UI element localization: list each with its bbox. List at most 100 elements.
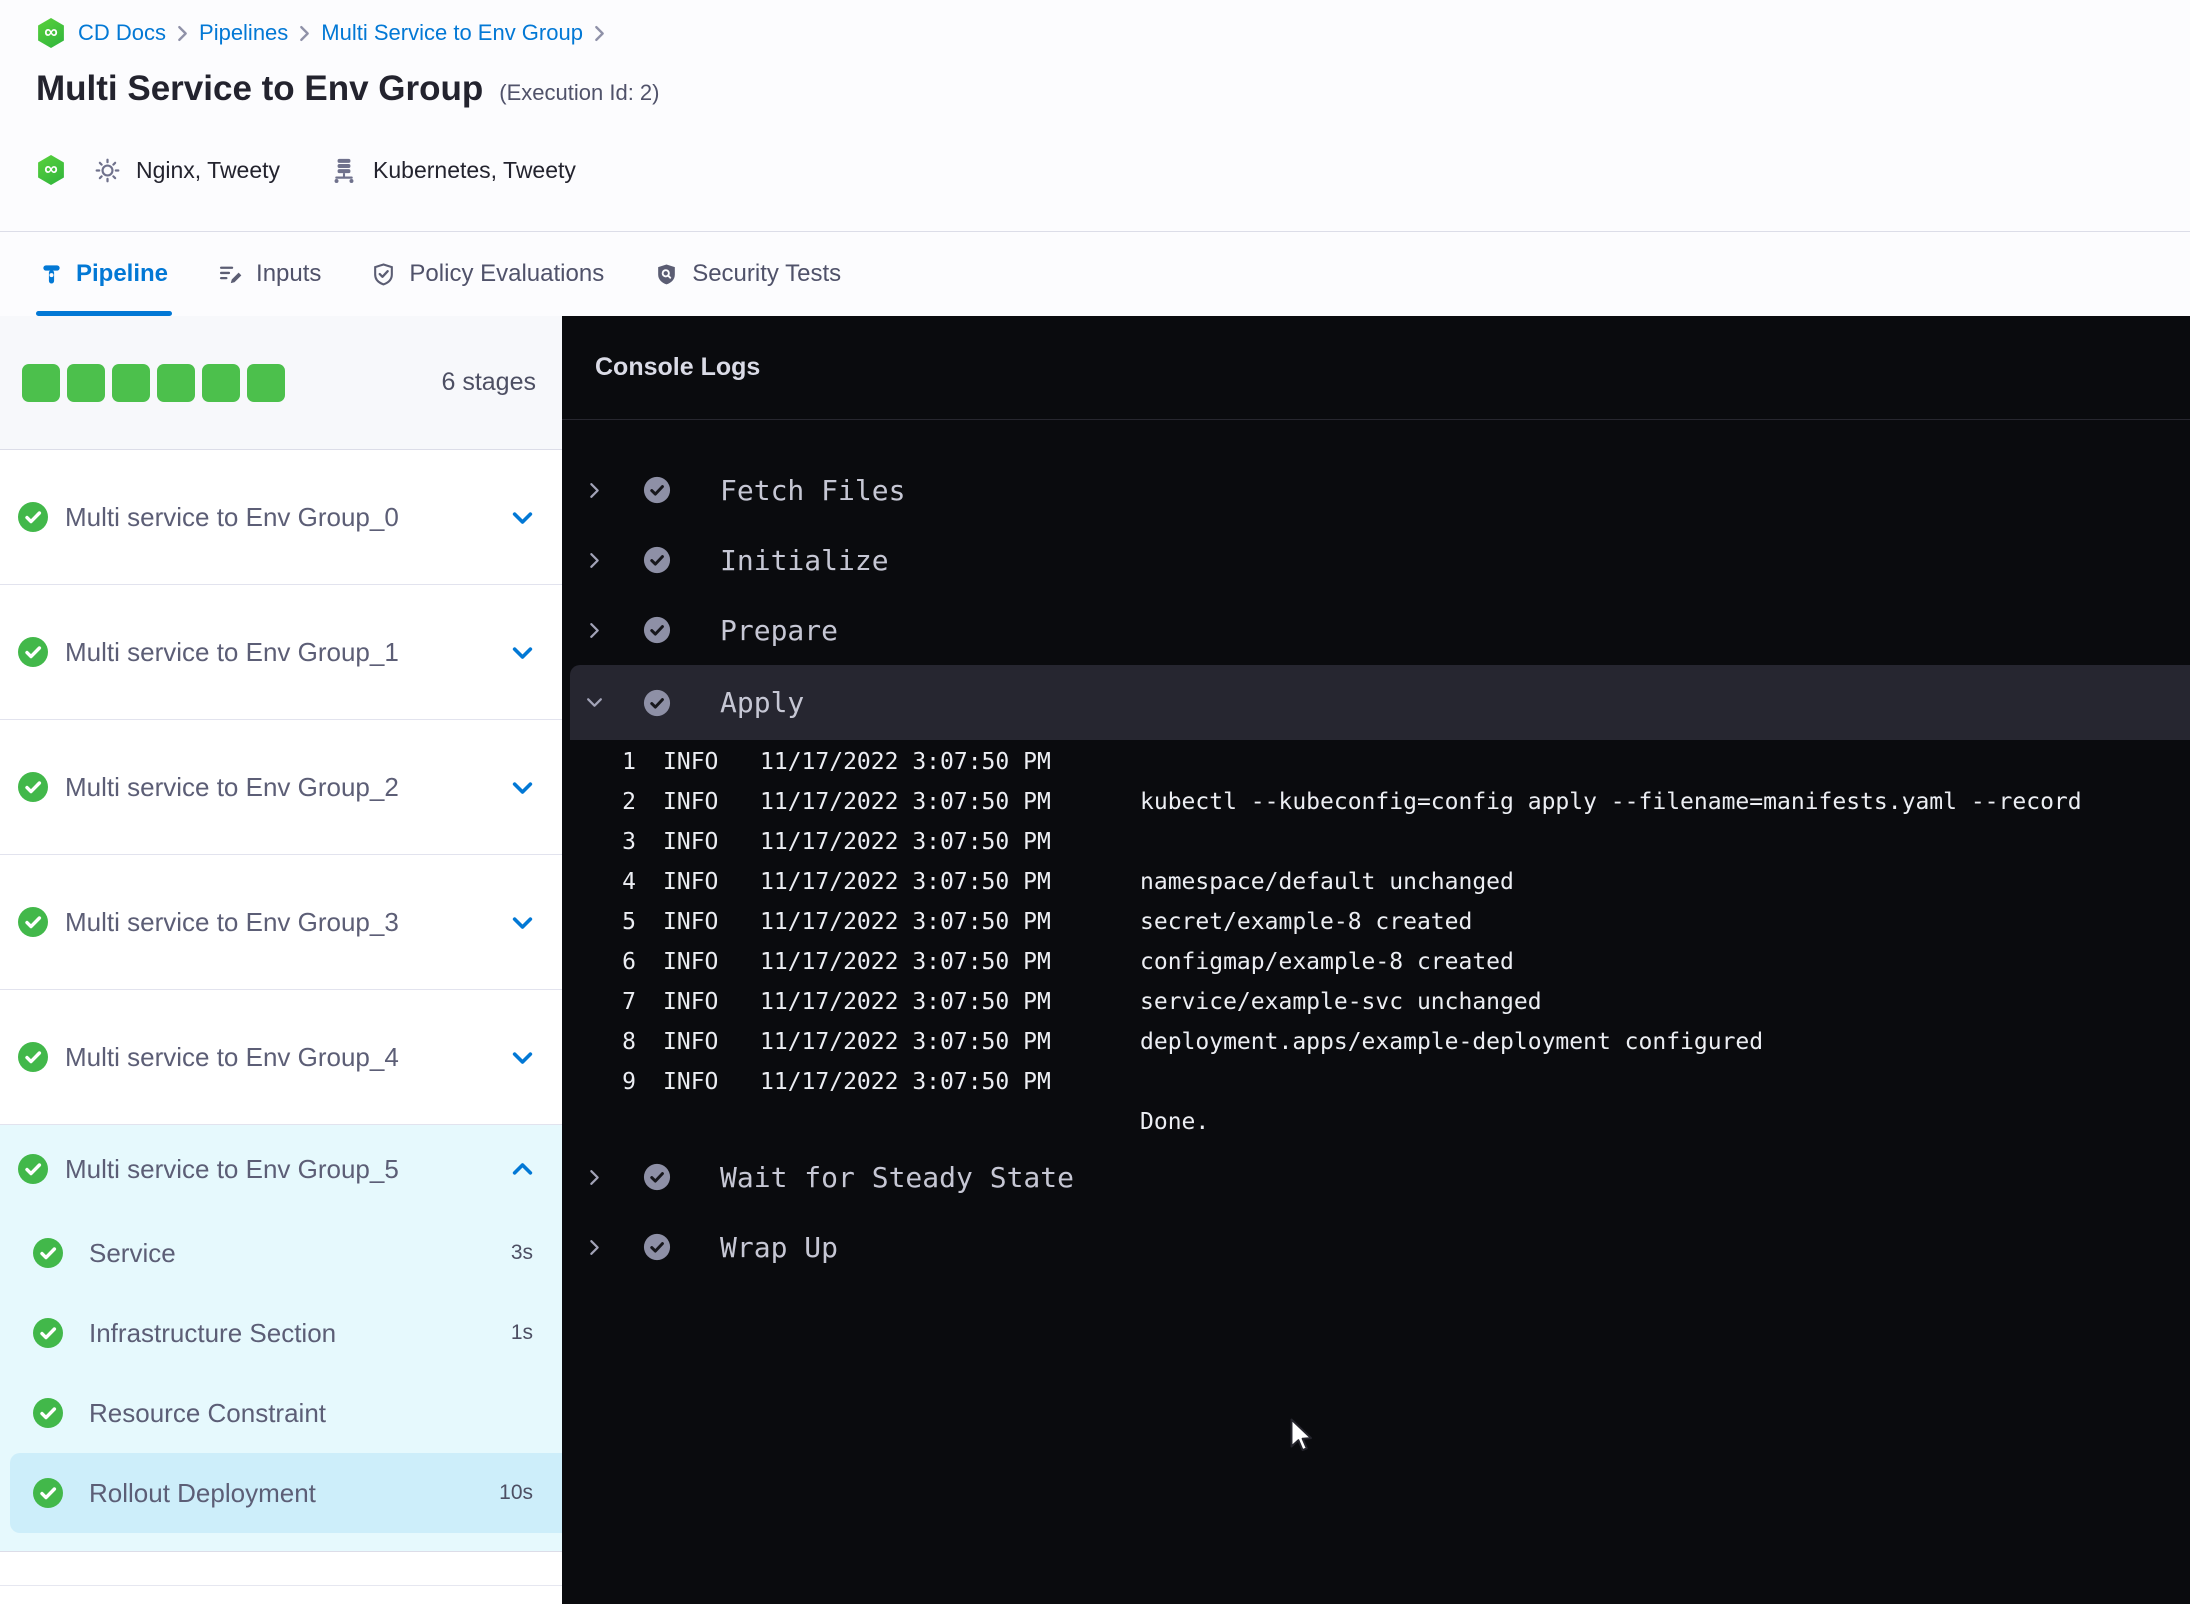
tab-label: Pipeline — [76, 260, 169, 287]
step-duration: 1s — [510, 1321, 533, 1344]
console-step-wrap-up[interactable]: Wrap Up — [562, 1212, 2190, 1282]
log-line-number: 5 — [622, 909, 636, 935]
chevron-right-icon[interactable] — [585, 481, 604, 500]
chevron-right-icon[interactable] — [585, 551, 604, 570]
log-message: service/example-svc unchanged — [1140, 989, 1542, 1015]
step-row[interactable]: Resource Constraint — [0, 1373, 562, 1453]
services-gear-icon — [94, 157, 121, 184]
tab-security-tests[interactable]: Security Tests — [654, 232, 841, 316]
chevron-down-icon[interactable] — [509, 909, 536, 936]
stages-sidebar: 6 stages Multi service to Env Group_0 Mu… — [0, 316, 562, 1604]
console-body: Fetch Files Initialize Prepare Apply 1 I… — [562, 420, 2190, 1282]
stage-row[interactable]: Multi service to Env Group_4 — [0, 990, 562, 1125]
success-check-icon — [18, 637, 48, 667]
stage-progress-squares — [22, 363, 285, 402]
log-timestamp: 11/17/2022 3:07:50 PM — [760, 789, 1051, 815]
inputs-edit-icon — [220, 266, 242, 283]
main-content: 6 stages Multi service to Env Group_0 Mu… — [0, 316, 2190, 1604]
step-row[interactable]: Infrastructure Section 1s — [0, 1293, 562, 1373]
security-shield-scan-icon — [658, 264, 676, 284]
log-timestamp: 11/17/2022 3:07:50 PM — [760, 749, 1051, 775]
console-step-label: Fetch Files — [720, 473, 906, 507]
log-level: INFO — [663, 749, 719, 775]
stage-label: Multi service to Env Group_1 — [65, 636, 399, 667]
log-level: INFO — [663, 1029, 719, 1055]
log-timestamp: 11/17/2022 3:07:50 PM — [760, 909, 1051, 935]
chevron-right-icon[interactable] — [585, 1238, 604, 1257]
success-check-icon — [643, 546, 671, 574]
chevron-down-icon[interactable] — [509, 504, 536, 531]
log-timestamp: 11/17/2022 3:07:50 PM — [760, 869, 1051, 895]
log-line: 2 INFO 11/17/2022 3:07:50 PM kubectl --k… — [582, 782, 2190, 822]
step-label: Service — [89, 1237, 176, 1268]
tab-inputs[interactable]: Inputs — [218, 232, 321, 316]
sidebar-tail — [0, 1552, 562, 1586]
log-line-number: 1 — [622, 749, 636, 775]
log-level: INFO — [663, 989, 719, 1015]
log-line: 5 INFO 11/17/2022 3:07:50 PM secret/exam… — [582, 902, 2190, 942]
console-step-apply[interactable]: Apply — [570, 665, 2190, 740]
tab-label: Security Tests — [692, 260, 842, 287]
breadcrumb: ∞ CD Docs Pipelines Multi Service to Env… — [36, 18, 605, 48]
step-label: Resource Constraint — [89, 1397, 326, 1428]
step-row[interactable]: Rollout Deployment 10s — [10, 1453, 562, 1533]
breadcrumb-link[interactable]: Multi Service to Env Group — [321, 20, 583, 46]
console-step-label: Prepare — [720, 613, 839, 647]
log-line: 1 INFO 11/17/2022 3:07:50 PM — [582, 742, 2190, 782]
stage-label: Multi service to Env Group_4 — [65, 1041, 399, 1072]
stage-row-expanded[interactable]: Multi service to Env Group_5 — [0, 1125, 562, 1213]
tab-label: Policy Evaluations — [409, 260, 605, 287]
chevron-up-icon[interactable] — [509, 1156, 536, 1183]
console-step-prepare[interactable]: Prepare — [562, 595, 2190, 665]
log-line: 3 INFO 11/17/2022 3:07:50 PM — [582, 822, 2190, 862]
harness-cd-icon: ∞ — [38, 155, 64, 185]
log-message: deployment.apps/example-deployment confi… — [1140, 1029, 1764, 1055]
chevron-down-icon[interactable] — [509, 1044, 536, 1071]
success-check-icon — [33, 1318, 63, 1348]
success-check-icon — [18, 1042, 48, 1072]
log-line: Done. — [582, 1102, 2190, 1142]
step-row[interactable]: Service 3s — [0, 1213, 562, 1293]
page-header: ∞ CD Docs Pipelines Multi Service to Env… — [0, 0, 2190, 232]
log-message: namespace/default unchanged — [1140, 869, 1514, 895]
console-step-label: Initialize — [720, 543, 889, 577]
stage-row[interactable]: Multi service to Env Group_2 — [0, 720, 562, 855]
success-check-icon — [18, 502, 48, 532]
chevron-right-icon[interactable] — [585, 1168, 604, 1187]
breadcrumb-link[interactable]: Pipelines — [199, 20, 288, 46]
infinity-glyph: ∞ — [44, 21, 58, 43]
success-check-icon — [643, 616, 671, 644]
success-check-icon — [33, 1478, 63, 1508]
tab-label: Inputs — [256, 260, 322, 287]
console-step-initialize[interactable]: Initialize — [562, 525, 2190, 595]
stage-row[interactable]: Multi service to Env Group_1 — [0, 585, 562, 720]
log-line: 8 INFO 11/17/2022 3:07:50 PM deployment.… — [582, 1022, 2190, 1062]
log-level: INFO — [663, 869, 719, 895]
tab-pipeline[interactable]: Pipeline — [35, 232, 173, 316]
chevron-down-icon[interactable] — [509, 639, 536, 666]
log-line: 7 INFO 11/17/2022 3:07:50 PM service/exa… — [582, 982, 2190, 1022]
chevron-down-icon[interactable] — [509, 774, 536, 801]
page-title: Multi Service to Env Group — [36, 69, 484, 108]
stage-progress-square — [247, 363, 285, 402]
console-title: Console Logs — [595, 353, 761, 381]
log-timestamp: 11/17/2022 3:07:50 PM — [760, 829, 1051, 855]
chevron-down-icon[interactable] — [585, 693, 604, 712]
success-check-icon — [643, 476, 671, 504]
log-level: INFO — [663, 1069, 719, 1095]
chevron-right-icon[interactable] — [585, 621, 604, 640]
console-step-wait-for-steady-state[interactable]: Wait for Steady State — [562, 1142, 2190, 1212]
log-timestamp: 11/17/2022 3:07:50 PM — [760, 1029, 1051, 1055]
stage-row[interactable]: Multi service to Env Group_0 — [0, 450, 562, 585]
console-step-fetch-files[interactable]: Fetch Files — [562, 455, 2190, 525]
log-level: INFO — [663, 949, 719, 975]
console-step-label: Wait for Steady State — [720, 1160, 1075, 1194]
log-line-number: 3 — [622, 829, 636, 855]
tab-policy-evaluations[interactable]: Policy Evaluations — [371, 232, 604, 316]
console-step-label: Wrap Up — [720, 1230, 839, 1264]
infinity-glyph: ∞ — [44, 158, 58, 180]
breadcrumb-link[interactable]: CD Docs — [78, 20, 166, 46]
step-duration: 3s — [510, 1241, 533, 1264]
chevron-right-icon — [178, 25, 187, 41]
stage-row[interactable]: Multi service to Env Group_3 — [0, 855, 562, 990]
